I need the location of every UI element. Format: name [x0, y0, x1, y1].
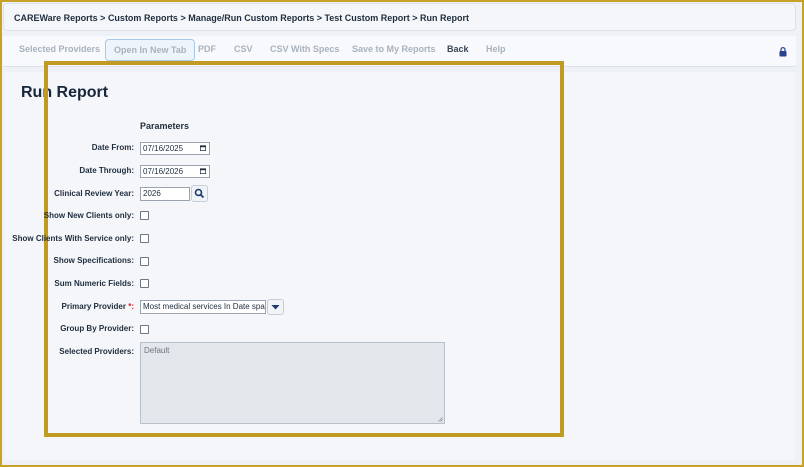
- breadcrumb: CAREWare Reports > Custom Reports > Mana…: [14, 13, 470, 23]
- calendar-icon[interactable]: [200, 145, 206, 151]
- clinical-review-year-field[interactable]: 2026: [140, 187, 190, 201]
- date-through-value: 07/16/2026: [143, 167, 184, 176]
- selected-providers-button[interactable]: Selected Providers: [19, 44, 100, 54]
- selected-providers-textarea[interactable]: Default: [140, 342, 445, 424]
- sum-numeric-fields-checkbox[interactable]: [140, 279, 149, 288]
- show-new-clients-checkbox[interactable]: [140, 211, 149, 220]
- primary-provider-label: Primary Provider *:: [62, 302, 135, 311]
- selected-providers-value: Default: [144, 346, 170, 355]
- search-button[interactable]: [191, 185, 208, 202]
- selected-providers-label: Selected Providers:: [59, 347, 134, 356]
- show-new-clients-label: Show New Clients only:: [43, 211, 134, 220]
- back-button[interactable]: Back: [447, 44, 469, 54]
- lock-icon: [779, 47, 787, 57]
- show-clients-with-service-checkbox[interactable]: [140, 234, 149, 243]
- parameters-heading: Parameters: [140, 121, 190, 131]
- caret-down-icon: [271, 305, 280, 310]
- date-through-label: Date Through:: [79, 166, 134, 175]
- primary-provider-dropdown-button[interactable]: [267, 299, 284, 315]
- calendar-icon[interactable]: [200, 168, 206, 174]
- date-from-value: 07/16/2025: [143, 144, 184, 153]
- pdf-button[interactable]: PDF: [198, 44, 216, 54]
- csv-with-specs-button[interactable]: CSV With Specs: [270, 44, 339, 54]
- open-in-new-tab-button[interactable]: Open In New Tab: [105, 39, 196, 61]
- breadcrumb-bar: CAREWare Reports > Custom Reports > Mana…: [3, 3, 796, 31]
- group-by-provider-label: Group By Provider:: [60, 324, 134, 333]
- show-specifications-label: Show Specifications:: [53, 256, 134, 265]
- sum-numeric-fields-label: Sum Numeric Fields:: [54, 279, 134, 288]
- resize-grip-icon[interactable]: [438, 417, 443, 422]
- primary-provider-select[interactable]: Most medical services In Date span: [140, 300, 266, 314]
- search-icon: [194, 188, 205, 199]
- clinical-review-year-label: Clinical Review Year:: [54, 189, 134, 198]
- group-by-provider-checkbox[interactable]: [140, 325, 149, 334]
- show-specifications-checkbox[interactable]: [140, 257, 149, 266]
- required-marker: *:: [128, 302, 134, 311]
- show-clients-with-service-label: Show Clients With Service only:: [12, 234, 134, 243]
- date-from-label: Date From:: [91, 143, 134, 152]
- primary-provider-label-text: Primary Provider: [61, 302, 126, 311]
- save-to-my-reports-button[interactable]: Save to My Reports: [352, 44, 436, 54]
- date-from-field[interactable]: 07/16/2025: [140, 142, 210, 155]
- help-button[interactable]: Help: [486, 44, 506, 54]
- csv-button[interactable]: CSV: [234, 44, 253, 54]
- date-through-field[interactable]: 07/16/2026: [140, 165, 210, 178]
